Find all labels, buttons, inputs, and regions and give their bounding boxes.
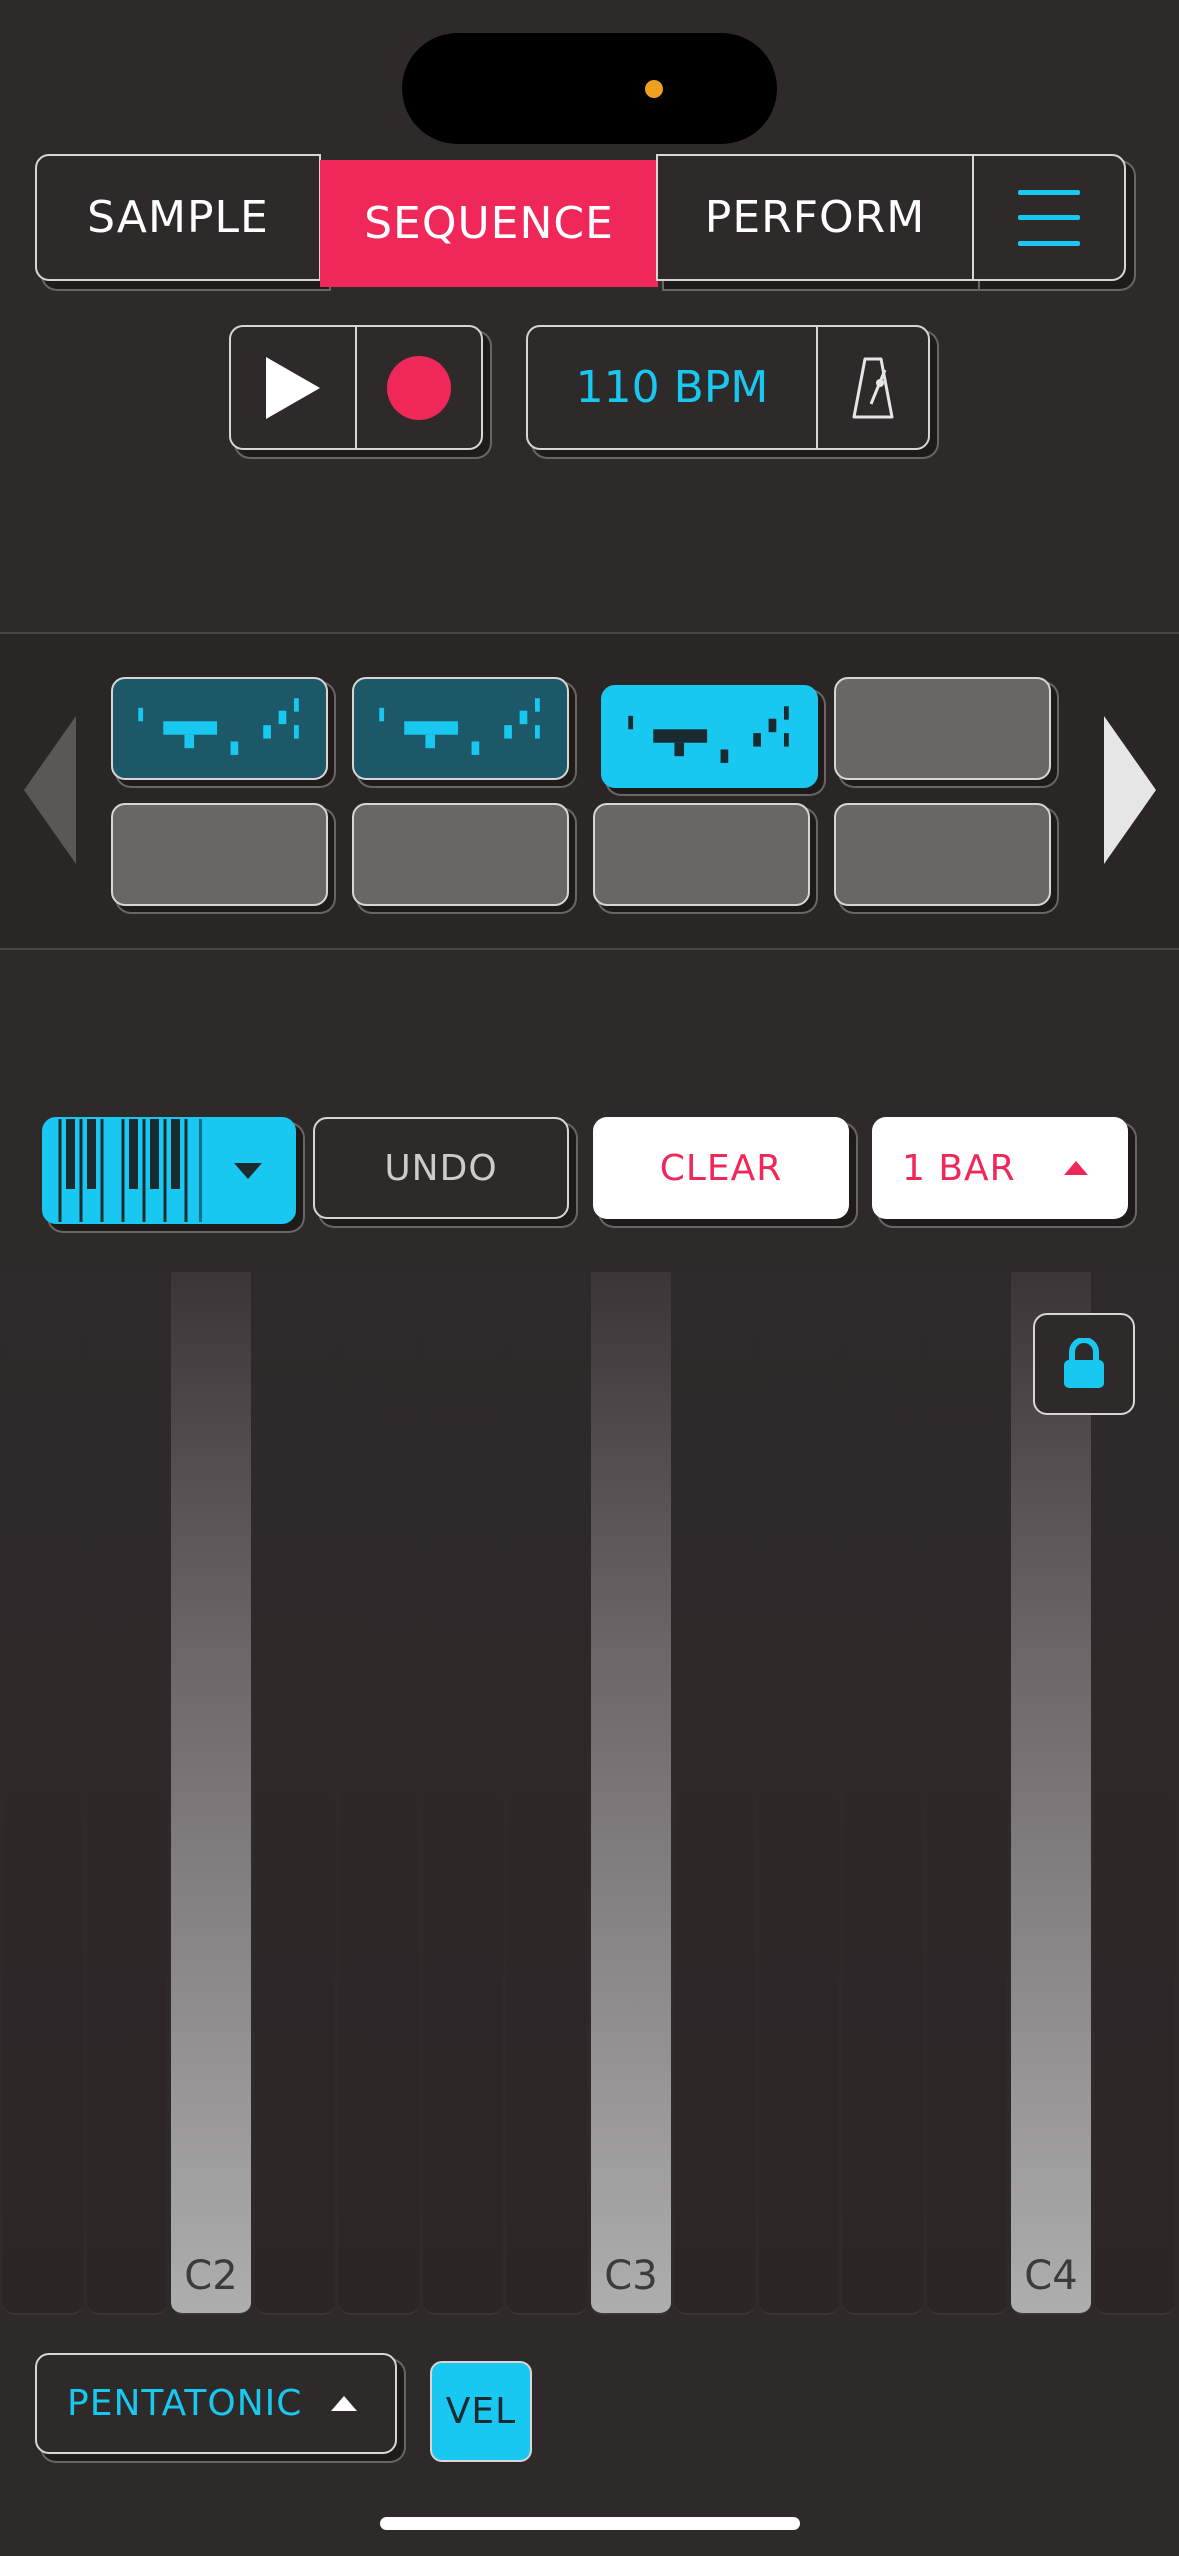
clear-label: CLEAR	[659, 1147, 783, 1189]
keyboard-mode-dropdown[interactable]	[199, 1119, 294, 1222]
tab-perform[interactable]: PERFORM	[656, 154, 974, 281]
pattern-prev-button[interactable]	[24, 716, 76, 864]
key[interactable]	[759, 1272, 839, 2315]
pattern-thumbnail	[379, 698, 540, 755]
bpm-label: 110 BPM	[575, 362, 769, 413]
chevron-down-icon	[234, 1162, 262, 1179]
key[interactable]	[87, 1272, 167, 2315]
key-c2[interactable]: C2	[171, 1272, 251, 2315]
bar-length-label: 1 BAR	[902, 1147, 1016, 1189]
privacy-indicator-dot	[645, 80, 663, 98]
note-keyboard: C2 C3 C4	[0, 1272, 1179, 2317]
tab-perform-label: PERFORM	[704, 192, 926, 243]
pattern-slot-8[interactable]	[834, 803, 1051, 906]
chevron-up-icon	[1064, 1161, 1088, 1175]
tab-sample[interactable]: SAMPLE	[35, 154, 321, 281]
transport-controls	[229, 325, 483, 450]
key[interactable]	[507, 1272, 587, 2315]
keyboard-mode-toggle[interactable]	[42, 1117, 296, 1224]
key[interactable]	[3, 1272, 83, 2315]
key[interactable]	[255, 1272, 335, 2315]
chevron-left-icon	[24, 716, 76, 864]
key[interactable]	[675, 1272, 755, 2315]
pattern-slot-7[interactable]	[593, 803, 810, 906]
menu-button[interactable]	[972, 154, 1126, 281]
pattern-slot-6[interactable]	[352, 803, 569, 906]
pattern-slot-4[interactable]	[834, 677, 1051, 780]
play-icon	[266, 356, 320, 419]
metronome-button[interactable]	[816, 327, 928, 448]
scale-select[interactable]: PENTATONIC	[35, 2353, 397, 2454]
key-c3[interactable]: C3	[591, 1272, 671, 2315]
key[interactable]	[423, 1272, 503, 2315]
chevron-up-icon	[331, 2396, 357, 2411]
scale-label: PENTATONIC	[67, 2383, 303, 2424]
home-indicator[interactable]	[380, 2517, 800, 2530]
chevron-right-icon	[1104, 716, 1156, 864]
lock-button[interactable]	[1033, 1313, 1135, 1415]
clear-button[interactable]: CLEAR	[593, 1117, 849, 1219]
key-label: C2	[184, 2253, 238, 2299]
record-icon	[387, 355, 451, 420]
velocity-toggle[interactable]: VEL	[430, 2361, 532, 2462]
metronome-icon	[852, 357, 894, 418]
bar-length-select[interactable]: 1 BAR	[872, 1117, 1128, 1219]
undo-label: UNDO	[384, 1147, 498, 1189]
pattern-slot-3[interactable]	[601, 685, 818, 788]
key-c4[interactable]: C4	[1011, 1272, 1091, 2315]
bpm-button[interactable]: 110 BPM	[528, 327, 816, 448]
key[interactable]	[339, 1272, 419, 2315]
tab-sequence[interactable]: SEQUENCE	[320, 160, 658, 287]
play-button[interactable]	[231, 327, 355, 448]
undo-button[interactable]: UNDO	[313, 1117, 569, 1219]
record-button[interactable]	[355, 327, 481, 448]
pattern-slot-1[interactable]	[111, 677, 328, 780]
tab-sequence-label: SEQUENCE	[364, 198, 614, 249]
tempo-controls: 110 BPM	[526, 325, 930, 450]
tab-sample-label: SAMPLE	[87, 192, 269, 243]
piano-keys-icon	[58, 1119, 188, 1222]
pattern-slot-5[interactable]	[111, 803, 328, 906]
dynamic-island	[402, 33, 777, 144]
pattern-thumbnail	[138, 698, 299, 755]
pattern-next-button[interactable]	[1104, 716, 1156, 864]
hamburger-icon	[1018, 189, 1080, 246]
key[interactable]	[843, 1272, 923, 2315]
key-label: C4	[1024, 2253, 1078, 2299]
pattern-thumbnail	[628, 706, 789, 763]
pattern-slot-2[interactable]	[352, 677, 569, 780]
key[interactable]	[927, 1272, 1007, 2315]
key[interactable]	[1095, 1272, 1175, 2315]
key-label: C3	[604, 2253, 658, 2299]
velocity-label: VEL	[445, 2391, 517, 2432]
lock-icon	[1064, 1338, 1104, 1388]
